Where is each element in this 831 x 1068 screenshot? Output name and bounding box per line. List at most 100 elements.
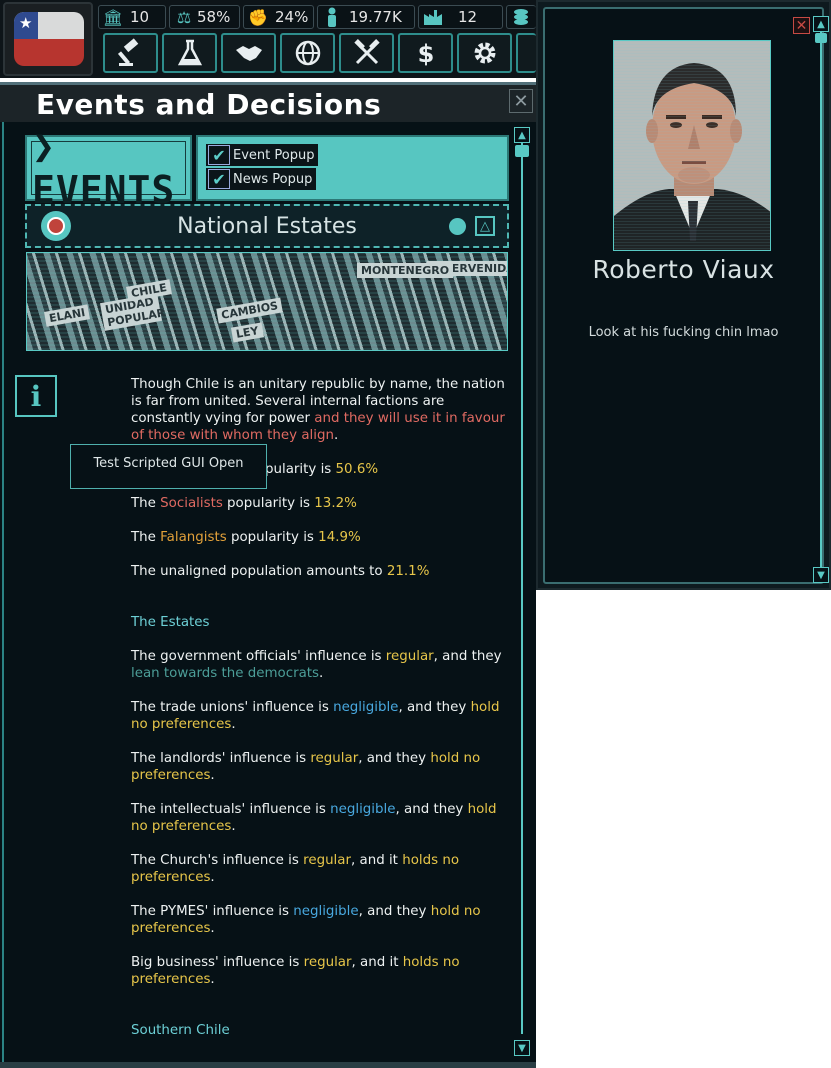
unaligned-line: The unaligned population amounts to 21.1… — [131, 563, 511, 580]
production-button[interactable]: $ — [398, 33, 453, 73]
top-bar: ★ 🏛 10 ⚖ 58% ✊ 24% 19.77K 12 $ — [0, 0, 536, 78]
popularity-value: 13.2% — [314, 496, 357, 511]
character-portrait — [613, 40, 771, 251]
national-estates-header[interactable]: National Estates △ — [25, 204, 509, 248]
character-name: Roberto Viaux — [592, 255, 775, 284]
estate-line: Big business' influence is regular, and … — [131, 955, 460, 987]
banner-sign: LEY — [230, 322, 264, 343]
popularity-value: 50.6% — [335, 462, 379, 477]
country-flag-button[interactable]: ★ — [3, 2, 93, 76]
gavel-icon — [117, 38, 138, 66]
events-tab-label: ❯EVENTS — [31, 124, 186, 212]
manpower-value: 19.77K — [349, 8, 402, 26]
estate-line: The government officials' influence is r… — [131, 649, 502, 681]
estate-line: The intellectuals' influence is negligib… — [131, 802, 497, 834]
text: popularity is — [226, 530, 319, 545]
political-power-value: 10 — [130, 8, 150, 26]
character-panel-frame: ✕ ▲ ▼ Roberto Viaux Look at his fucking … — [543, 7, 829, 584]
scrollbar-thumb[interactable] — [815, 33, 827, 43]
trade-button[interactable] — [280, 33, 335, 73]
flask-icon — [177, 39, 202, 66]
more-button[interactable] — [516, 33, 536, 73]
svg-text:$: $ — [417, 40, 434, 68]
party-socialists: Socialists — [160, 496, 223, 511]
construction-button[interactable] — [339, 33, 394, 73]
dollar-icon: $ — [417, 40, 434, 68]
events-tab[interactable]: ❯EVENTS — [25, 124, 192, 212]
panel-bottom-border — [0, 1062, 536, 1068]
checkbox-checked-icon[interactable]: ✔ — [208, 169, 230, 189]
close-icon[interactable]: ✕ — [793, 17, 810, 34]
popularity-line-2: The Socialists popularity is 13.2% — [131, 495, 511, 512]
event-popup-option[interactable]: ✔ Event Popup — [206, 144, 319, 166]
checkbox-checked-icon[interactable]: ✔ — [208, 145, 230, 165]
estate-line: The landlords' influence is regular, and… — [131, 751, 481, 783]
globe-icon — [295, 40, 320, 66]
estate-line: The Church's influence is regular, and i… — [131, 853, 460, 885]
factory-icon — [422, 7, 444, 27]
coins-icon — [510, 7, 532, 27]
scrollbar-track[interactable] — [521, 134, 523, 1034]
text: popularity is — [222, 496, 315, 511]
political-power-stat[interactable]: 🏛 10 — [98, 5, 166, 29]
scroll-down-icon[interactable]: ▼ — [813, 567, 829, 583]
estate-line: The trade unions' influence is negligibl… — [131, 700, 500, 732]
info-icon[interactable]: i — [15, 375, 57, 417]
panel-border — [2, 122, 4, 1062]
building-icon: 🏛 — [102, 7, 124, 27]
fist-icon: ✊ — [248, 7, 268, 27]
event-popup-label: Event Popup — [233, 147, 315, 163]
intro-paragraph: Though Chile is an unitary republic by n… — [131, 376, 511, 444]
banner-sign: ELANI — [44, 304, 91, 327]
hammers-icon — [353, 39, 380, 65]
collapse-triangle-icon[interactable]: △ — [475, 216, 495, 236]
war-support-value: 24% — [275, 8, 309, 26]
text: The unaligned population amounts to — [131, 564, 387, 579]
factories-stat[interactable]: 12 — [418, 5, 503, 29]
popup-options: ✔ Event Popup ✔ News Popup — [196, 135, 509, 201]
estates-heading: The Estates — [131, 615, 210, 630]
logistics-button[interactable] — [457, 33, 512, 73]
diplomacy-button[interactable] — [221, 33, 276, 73]
politics-button[interactable] — [103, 33, 158, 73]
popularity-partial-text: pularity is — [265, 462, 336, 477]
event-banner-image: UNIDAD POPULAR CHILE CAMBIOS ELANI LEY I… — [26, 252, 508, 351]
manpower-stat[interactable]: 19.77K — [317, 5, 415, 29]
character-panel: ✕ ▲ ▼ Roberto Viaux Look at his fucking … — [536, 0, 831, 590]
scrollbar-thumb[interactable] — [515, 145, 529, 157]
factories-value: 12 — [458, 8, 478, 26]
person-icon — [321, 7, 343, 27]
scales-icon: ⚖ — [176, 7, 192, 27]
stability-value: 58% — [197, 8, 231, 26]
banner-sign: MONTENEGRO — [357, 263, 454, 278]
party-falangists: Falangists — [160, 530, 227, 545]
estates-title: National Estates — [177, 214, 357, 239]
scroll-up-icon[interactable]: ▲ — [813, 16, 829, 32]
handshake-icon — [235, 46, 262, 61]
research-button[interactable] — [162, 33, 217, 73]
popularity-value: 14.9% — [318, 530, 361, 545]
scrollbar-track[interactable] — [820, 31, 822, 571]
estate-line: The PYMES' influence is negligible, and … — [131, 904, 481, 936]
panel-title: Events and Decisions — [36, 88, 382, 121]
tooltip-text: Test Scripted GUI Open — [93, 456, 244, 471]
events-decisions-panel: Events and Decisions ✕ ▲ ▼ ❯EVENTS ✔ Eve… — [0, 82, 536, 1068]
popularity-line-3: The Falangists popularity is 14.9% — [131, 529, 511, 546]
scroll-up-icon[interactable]: ▲ — [514, 127, 530, 143]
status-dot-icon — [449, 218, 466, 235]
banner-sign: CAMBIOS — [216, 297, 284, 324]
chile-flag-icon: ★ — [14, 12, 84, 66]
news-popup-option[interactable]: ✔ News Popup — [206, 168, 317, 190]
scroll-down-icon[interactable]: ▼ — [514, 1040, 530, 1056]
gear-icon — [474, 42, 495, 64]
stability-stat[interactable]: ⚖ 58% — [169, 5, 240, 29]
southern-chile-heading: Southern Chile — [131, 1023, 230, 1038]
war-support-stat[interactable]: ✊ 24% — [243, 5, 314, 29]
close-icon[interactable]: ✕ — [509, 89, 533, 113]
unaligned-value: 21.1% — [386, 564, 430, 579]
panel-header: Events and Decisions ✕ — [0, 82, 536, 122]
news-popup-label: News Popup — [233, 171, 313, 187]
text: The — [131, 530, 161, 545]
tooltip: Test Scripted GUI Open — [70, 444, 267, 489]
fuel-stat[interactable] — [506, 5, 536, 29]
